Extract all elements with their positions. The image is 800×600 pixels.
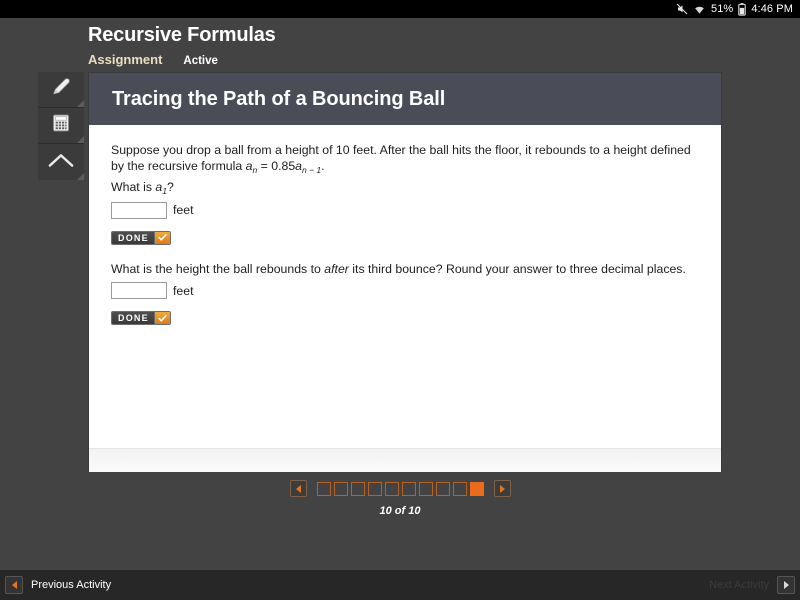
lesson-card-body: Suppose you drop a ball from a height of… (89, 125, 721, 448)
formula-a1-subscript: n (252, 164, 258, 175)
pagination-step-10[interactable] (469, 481, 484, 496)
question-1-prompt-post: ? (167, 180, 174, 194)
collapse-tool-button[interactable] (38, 144, 84, 180)
question-2-prompt: What is the height the ball rebounds to … (111, 262, 699, 278)
arrow-right-icon (783, 581, 789, 589)
pagination-count-label: 10 of 10 (379, 505, 421, 517)
lesson-card-footer (89, 448, 721, 472)
question-1-intro: Suppose you drop a ball from a height of… (111, 143, 699, 175)
question-1-prompt-pre: What is (111, 180, 156, 194)
question-2-done-button[interactable]: DONE (111, 311, 171, 325)
wifi-icon (693, 3, 706, 15)
lesson-card: Tracing the Path of a Bouncing Ball Supp… (88, 72, 722, 472)
step-pagination: 10 of 10 (0, 480, 800, 517)
previous-activity-button[interactable]: Previous Activity (5, 576, 111, 594)
calculator-tool-button[interactable] (38, 108, 84, 144)
title-bar: Recursive Formulas Assignment Active (0, 18, 800, 68)
question-2-unit-label: feet (173, 283, 194, 298)
check-icon (153, 231, 170, 244)
formula-equals: = 0.85 (257, 158, 296, 173)
step-pagination-row (289, 480, 511, 497)
lesson-card-header: Tracing the Path of a Bouncing Ball (89, 73, 721, 125)
pagination-step-7[interactable] (418, 481, 433, 496)
pagination-step-4[interactable] (367, 481, 382, 496)
next-activity-button: Next Activity (709, 576, 795, 594)
pagination-steps (316, 481, 484, 496)
pagination-step-9[interactable] (452, 481, 467, 496)
check-icon (153, 312, 170, 324)
question-1-done-button[interactable]: DONE (111, 230, 171, 245)
question-2-answer-input[interactable] (111, 282, 167, 299)
next-activity-icon-button[interactable] (777, 576, 795, 594)
formula-a2: a (295, 158, 303, 173)
pagination-step-6[interactable] (401, 481, 416, 496)
next-activity-label: Next Activity (709, 579, 769, 591)
previous-activity-icon-button[interactable] (5, 576, 23, 594)
battery-icon (738, 2, 747, 16)
activity-nav-bar: Previous Activity Next Activity (0, 570, 800, 600)
question-2-answer-row: feet (111, 282, 699, 299)
formula-a2-subscript: n − 1 (302, 164, 322, 175)
pagination-step-3[interactable] (350, 481, 365, 496)
question-block-1: Suppose you drop a ball from a height of… (111, 143, 699, 246)
arrow-left-icon (11, 581, 17, 589)
question-1-unit-label: feet (173, 203, 194, 217)
question-1-variable-subscript: 1 (162, 186, 167, 196)
assignment-label[interactable]: Assignment (88, 52, 162, 67)
battery-percent-label: 51% (711, 3, 734, 15)
pagination-step-1[interactable] (316, 481, 331, 496)
lesson-title: Tracing the Path of a Bouncing Ball (112, 87, 446, 110)
clock-label: 4:46 PM (751, 3, 793, 15)
highlighter-tool-button[interactable] (38, 72, 84, 108)
question-2-emphasis: after (324, 261, 349, 276)
android-status-bar: 51% 4:46 PM (0, 0, 800, 18)
question-2-done-label: DONE (112, 312, 154, 324)
formula-period: . (321, 158, 325, 173)
status-badge: Active (183, 55, 218, 67)
question-1-answer-input[interactable] (111, 201, 167, 219)
question-spacer (111, 246, 699, 262)
pagination-step-8[interactable] (435, 481, 450, 496)
pagination-step-5[interactable] (384, 481, 399, 496)
chevron-up-icon (48, 150, 74, 175)
header-subrow: Assignment Active (88, 52, 218, 67)
app-root: 51% 4:46 PM Recursive Formulas Assignmen… (0, 0, 800, 600)
pagination-prev-button[interactable] (289, 480, 307, 497)
mute-icon (676, 3, 688, 15)
question-1-prompt: What is a1? (111, 180, 699, 197)
tool-rail (38, 72, 84, 180)
question-1-done-label: DONE (112, 231, 154, 244)
arrow-right-icon (499, 484, 505, 493)
calculator-icon (51, 113, 71, 138)
question-2-prompt-post: its third bounce? Round your answer to t… (348, 261, 686, 276)
arrow-left-icon (295, 484, 301, 493)
pencil-icon (50, 76, 72, 103)
question-1-answer-row: feet (111, 201, 699, 219)
question-1-intro-text: Suppose you drop a ball from a height of… (111, 143, 691, 173)
question-block-2: What is the height the ball rebounds to … (111, 262, 699, 327)
pagination-next-button[interactable] (493, 480, 511, 497)
question-2-prompt-pre: What is the height the ball rebounds to (111, 261, 325, 276)
previous-activity-label: Previous Activity (31, 579, 112, 591)
page-title: Recursive Formulas (88, 24, 276, 46)
pagination-step-2[interactable] (333, 481, 348, 496)
